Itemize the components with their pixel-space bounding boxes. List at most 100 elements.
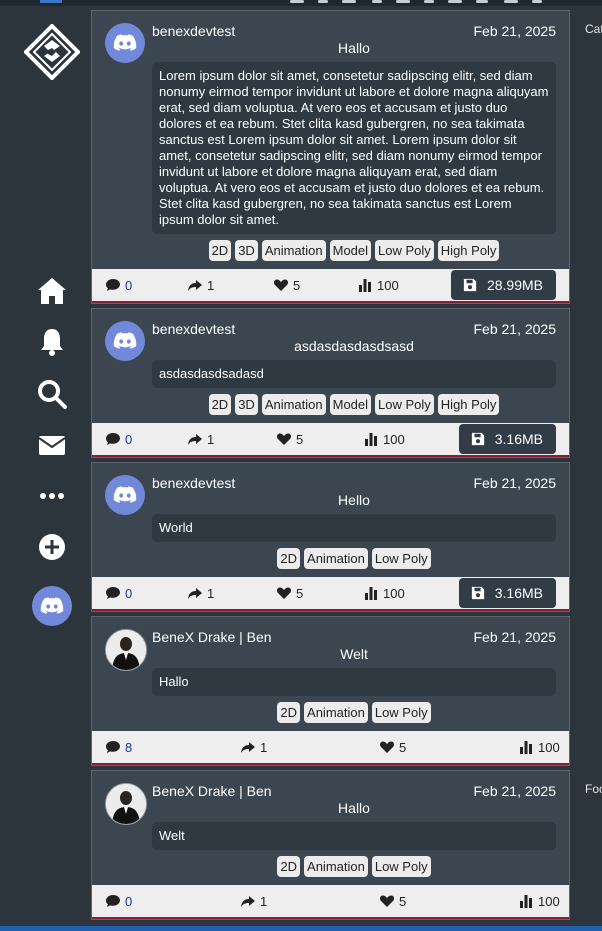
like-count: 5: [399, 893, 407, 909]
share-stat[interactable]: 1: [240, 739, 267, 755]
tag-high-poly[interactable]: High Poly: [437, 240, 500, 261]
like-count: 5: [399, 739, 407, 755]
comment-icon: [106, 279, 120, 291]
floppy-disk-icon: [471, 586, 484, 600]
view-count: 100: [383, 585, 405, 601]
views-stat: 100: [518, 739, 560, 755]
comment-stat[interactable]: 0: [105, 893, 132, 909]
post-footer: 8 1 5 100: [92, 731, 569, 765]
bell-icon[interactable]: [34, 324, 70, 360]
hex-logo-icon[interactable]: [23, 23, 81, 81]
post-card[interactable]: BeneX Drake | Ben Feb 21, 2025 Hallo Wel…: [91, 770, 570, 920]
search-icon[interactable]: [34, 376, 70, 412]
like-stat[interactable]: 5: [379, 739, 406, 755]
tag-3d[interactable]: 3D: [235, 394, 258, 415]
view-count: 100: [377, 277, 399, 293]
tag-2d[interactable]: 2D: [208, 394, 232, 415]
tag-animation[interactable]: Animation: [304, 856, 368, 877]
plus-circle-icon[interactable]: [34, 529, 70, 565]
post-content: World: [152, 514, 556, 542]
share-count: 1: [207, 431, 215, 447]
comment-stat[interactable]: 8: [105, 739, 132, 755]
like-stat[interactable]: 5: [379, 893, 406, 909]
post-date: Feb 21, 2025: [473, 475, 556, 491]
post-username[interactable]: benexdevtest: [152, 475, 235, 491]
view-count: 100: [383, 431, 405, 447]
share-stat[interactable]: 1: [187, 277, 214, 293]
download-button[interactable]: 3.16MB: [458, 578, 556, 608]
post-content: Hallo: [152, 668, 556, 696]
tag-animation[interactable]: Animation: [261, 240, 326, 261]
post-date: Feb 21, 2025: [473, 783, 556, 799]
post-card[interactable]: benexdevtest Feb 21, 2025 Hallo Lorem ip…: [91, 10, 570, 304]
views-stat: 100: [363, 431, 405, 447]
tag-low-poly[interactable]: Low Poly: [371, 856, 431, 877]
tag-model[interactable]: Model: [329, 240, 372, 261]
like-count: 5: [296, 431, 304, 447]
share-icon: [188, 280, 202, 291]
tag-2d[interactable]: 2D: [277, 548, 301, 569]
tag-low-poly[interactable]: Low Poly: [375, 240, 434, 261]
tag-low-poly[interactable]: Low Poly: [371, 702, 431, 723]
post-footer: 0 1 5 100: [92, 885, 569, 919]
like-count: 5: [296, 585, 304, 601]
comment-count: 0: [125, 277, 133, 293]
ellipsis-icon[interactable]: [34, 478, 70, 514]
post-card[interactable]: benexdevtest Feb 21, 2025 Hello World 2D…: [91, 462, 570, 612]
tag-low-poly[interactable]: Low Poly: [375, 394, 434, 415]
download-button[interactable]: 3.16MB: [458, 424, 556, 454]
tag-2d[interactable]: 2D: [208, 240, 232, 261]
comment-stat[interactable]: 0: [105, 277, 132, 293]
right-panel-label-bottom: Foo: [585, 782, 602, 796]
tag-low-poly[interactable]: Low Poly: [371, 548, 431, 569]
like-stat[interactable]: 5: [276, 585, 303, 601]
post-username[interactable]: benexdevtest: [152, 23, 235, 39]
user-photo-avatar[interactable]: [105, 783, 147, 825]
view-count: 100: [538, 739, 560, 755]
tag-animation[interactable]: Animation: [304, 548, 368, 569]
share-count: 1: [260, 893, 268, 909]
like-stat[interactable]: 5: [273, 277, 300, 293]
tag-animation[interactable]: Animation: [261, 394, 326, 415]
post-tags: 2D 3D Animation Model Low Poly High Poly: [152, 240, 556, 261]
home-icon[interactable]: [34, 273, 70, 309]
post-card[interactable]: BeneX Drake | Ben Feb 21, 2025 Welt Hall…: [91, 616, 570, 766]
tag-3d[interactable]: 3D: [235, 240, 258, 261]
post-username[interactable]: benexdevtest: [152, 321, 235, 337]
floppy-disk-icon: [471, 432, 484, 446]
bar-chart-icon: [365, 433, 377, 446]
download-button[interactable]: 28.99MB: [450, 270, 556, 300]
post-tags: 2D 3D Animation Model Low Poly High Poly: [152, 394, 556, 415]
post-date: Feb 21, 2025: [473, 23, 556, 39]
discord-avatar-icon[interactable]: [105, 321, 145, 361]
post-username[interactable]: BeneX Drake | Ben: [152, 629, 272, 645]
tag-2d[interactable]: 2D: [277, 856, 301, 877]
views-stat: 100: [518, 893, 560, 909]
share-stat[interactable]: 1: [187, 431, 214, 447]
post-username[interactable]: BeneX Drake | Ben: [152, 783, 272, 799]
post-card[interactable]: benexdevtest Feb 21, 2025 asdasdasdasdsa…: [91, 308, 570, 458]
file-size: 3.16MB: [494, 585, 543, 601]
tag-high-poly[interactable]: High Poly: [437, 394, 500, 415]
post-content: Welt: [152, 822, 556, 850]
heart-icon: [276, 587, 292, 599]
share-count: 1: [207, 585, 215, 601]
user-photo-avatar[interactable]: [105, 629, 147, 671]
share-icon: [188, 434, 202, 445]
sidebar: [0, 0, 90, 926]
comment-stat[interactable]: 0: [105, 585, 132, 601]
tag-animation[interactable]: Animation: [304, 702, 368, 723]
discord-avatar-icon[interactable]: [105, 475, 145, 515]
discord-icon[interactable]: [32, 586, 72, 626]
tag-2d[interactable]: 2D: [277, 702, 301, 723]
like-stat[interactable]: 5: [276, 431, 303, 447]
tag-model[interactable]: Model: [329, 394, 372, 415]
comment-count: 8: [125, 739, 133, 755]
share-stat[interactable]: 1: [187, 585, 214, 601]
mail-icon[interactable]: [34, 427, 70, 463]
comment-stat[interactable]: 0: [105, 431, 132, 447]
share-count: 1: [207, 277, 215, 293]
share-stat[interactable]: 1: [240, 893, 267, 909]
post-content: asdasdasdsadasd: [152, 360, 556, 388]
discord-avatar-icon[interactable]: [105, 23, 145, 63]
